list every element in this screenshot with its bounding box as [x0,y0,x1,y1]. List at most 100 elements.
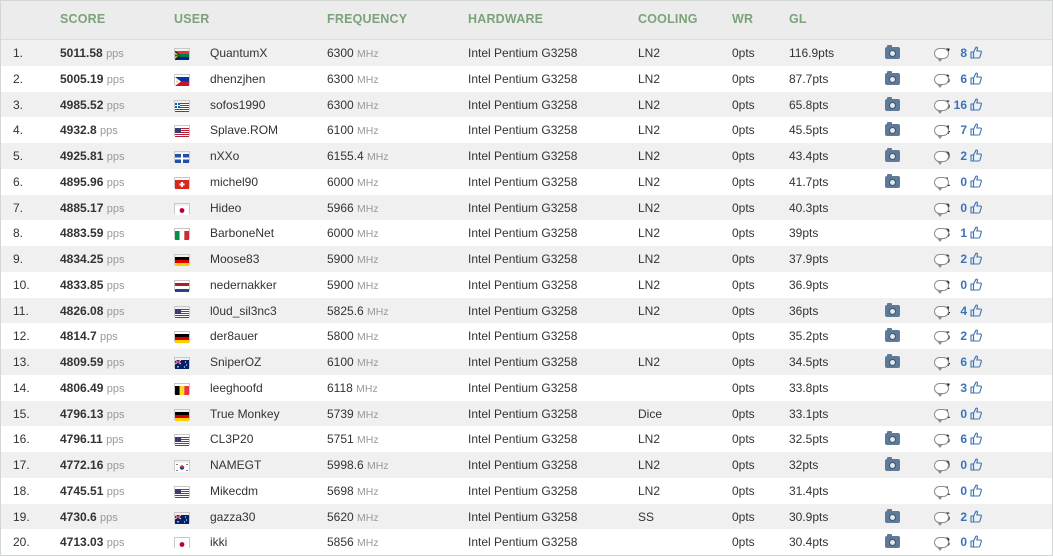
user-link[interactable]: SniperOZ [210,355,261,369]
like-count[interactable]: 1 [960,226,967,240]
column-header-gl[interactable]: GL [789,12,807,26]
like-count[interactable]: 6 [960,432,967,446]
thumbs-up-icon[interactable] [970,484,982,497]
hardware[interactable]: Intel Pentium G3258 [468,458,577,472]
user-link[interactable]: nXXo [210,149,239,163]
column-header-frequency[interactable]: FREQUENCY [327,12,407,26]
comment-icon[interactable] [934,485,949,500]
thumbs-up-icon[interactable] [970,175,982,188]
like-count[interactable]: 0 [960,278,967,292]
thumbs-up-icon[interactable] [970,149,982,162]
comment-icon[interactable] [934,73,949,88]
camera-icon[interactable] [885,96,900,111]
camera-icon[interactable] [885,70,900,85]
like-count[interactable]: 0 [960,484,967,498]
like-count[interactable]: 0 [960,535,967,549]
user-link[interactable]: nedernakker [210,278,277,292]
like-count[interactable]: 16 [954,98,967,112]
hardware[interactable]: Intel Pentium G3258 [468,226,577,240]
comment-icon[interactable] [934,279,949,294]
thumbs-up-icon[interactable] [970,278,982,291]
hardware[interactable]: Intel Pentium G3258 [468,407,577,421]
column-header-hardware[interactable]: HARDWARE [468,12,543,26]
user-link[interactable]: gazza30 [210,510,255,524]
comment-icon[interactable] [934,99,949,114]
like-count[interactable]: 7 [960,123,967,137]
camera-icon[interactable] [885,431,900,446]
camera-icon[interactable] [885,534,900,549]
user-link[interactable]: NAMEGT [210,458,261,472]
comment-icon[interactable] [934,254,949,268]
hardware[interactable]: Intel Pentium G3258 [468,98,577,112]
comment-icon[interactable] [934,48,949,62]
hardware[interactable]: Intel Pentium G3258 [468,355,577,369]
comment-icon[interactable] [934,305,949,320]
user-link[interactable]: CL3P20 [210,432,253,446]
camera-icon[interactable] [885,302,900,317]
thumbs-up-icon[interactable] [970,98,982,111]
user-link[interactable]: michel90 [210,175,258,189]
comment-icon[interactable] [934,434,949,449]
comment-icon[interactable] [934,537,949,552]
comment-icon[interactable] [934,202,949,217]
thumbs-up-icon[interactable] [970,329,982,342]
like-count[interactable]: 6 [960,355,967,369]
hardware[interactable]: Intel Pentium G3258 [468,175,577,189]
user-link[interactable]: Moose83 [210,252,259,266]
like-count[interactable]: 2 [960,252,967,266]
hardware[interactable]: Intel Pentium G3258 [468,201,577,215]
like-count[interactable]: 8 [960,46,967,60]
user-link[interactable]: ikki [210,535,227,549]
thumbs-up-icon[interactable] [970,510,982,523]
user-link[interactable]: dhenzjhen [210,72,265,86]
hardware[interactable]: Intel Pentium G3258 [468,304,577,318]
comment-icon[interactable] [934,408,949,423]
like-count[interactable]: 2 [960,149,967,163]
thumbs-up-icon[interactable] [970,72,982,85]
camera-icon[interactable] [885,508,900,523]
column-header-wr[interactable]: WR [732,12,753,26]
user-link[interactable]: Hideo [210,201,241,215]
hardware[interactable]: Intel Pentium G3258 [468,46,577,60]
thumbs-up-icon[interactable] [970,407,982,420]
column-header-user[interactable]: USER [174,12,210,26]
like-count[interactable]: 0 [960,175,967,189]
hardware[interactable]: Intel Pentium G3258 [468,535,577,549]
hardware[interactable]: Intel Pentium G3258 [468,252,577,266]
hardware[interactable]: Intel Pentium G3258 [468,72,577,86]
hardware[interactable]: Intel Pentium G3258 [468,149,577,163]
thumbs-up-icon[interactable] [970,46,982,59]
comment-icon[interactable] [934,125,949,140]
like-count[interactable]: 2 [960,329,967,343]
thumbs-up-icon[interactable] [970,226,982,239]
user-link[interactable]: sofos1990 [210,98,265,112]
thumbs-up-icon[interactable] [970,535,982,548]
hardware[interactable]: Intel Pentium G3258 [468,484,577,498]
thumbs-up-icon[interactable] [970,458,982,471]
comment-icon[interactable] [934,460,949,474]
thumbs-up-icon[interactable] [970,432,982,445]
comment-icon[interactable] [934,357,949,371]
thumbs-up-icon[interactable] [970,252,982,265]
like-count[interactable]: 0 [960,458,967,472]
user-link[interactable]: Mikecdm [210,484,258,498]
camera-icon[interactable] [885,457,900,471]
camera-icon[interactable] [885,148,900,162]
camera-icon[interactable] [885,173,900,188]
user-link[interactable]: der8auer [210,329,258,343]
hardware[interactable]: Intel Pentium G3258 [468,278,577,292]
like-count[interactable]: 4 [960,304,967,318]
user-link[interactable]: QuantumX [210,46,267,60]
hardware[interactable]: Intel Pentium G3258 [468,510,577,524]
camera-icon[interactable] [885,45,900,59]
comment-icon[interactable] [934,511,949,526]
hardware[interactable]: Intel Pentium G3258 [468,432,577,446]
like-count[interactable]: 2 [960,510,967,524]
comment-icon[interactable] [934,228,949,243]
comment-icon[interactable] [934,151,949,165]
comment-icon[interactable] [934,176,949,191]
column-header-score[interactable]: SCORE [60,12,105,26]
hardware[interactable]: Intel Pentium G3258 [468,381,577,395]
thumbs-up-icon[interactable] [970,381,982,394]
thumbs-up-icon[interactable] [970,355,982,368]
